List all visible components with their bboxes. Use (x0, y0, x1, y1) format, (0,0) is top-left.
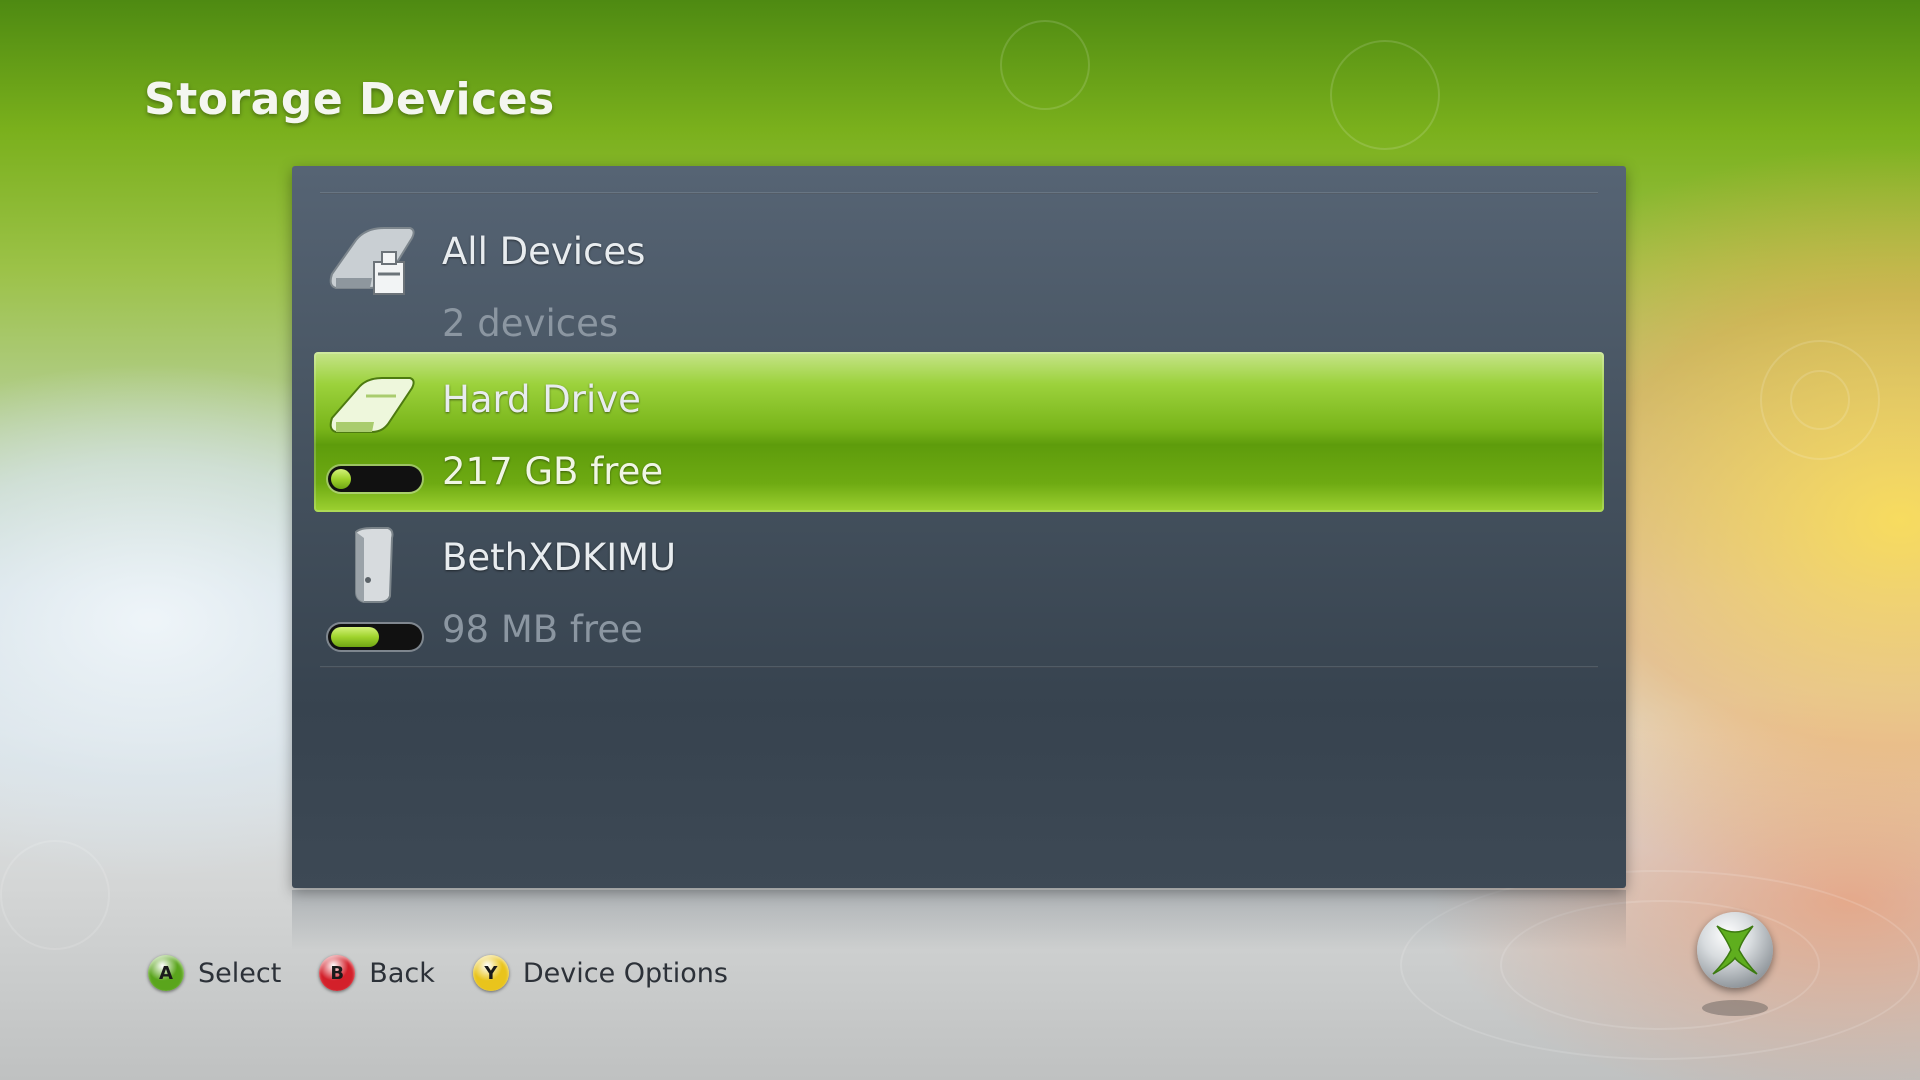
background-ring (1000, 20, 1090, 110)
xbox-guide-button[interactable] (1697, 912, 1773, 988)
y-button-icon: Y (472, 955, 509, 991)
storage-device-list: All Devices 2 devices Hard Drive 217 GB … (292, 166, 1626, 888)
memory-unit-icon (355, 527, 394, 603)
background-ring (1330, 40, 1440, 150)
select-label: Select (198, 957, 282, 989)
divider-bottom (320, 666, 1598, 668)
device-row-all-devices[interactable]: All Devices 2 devices (314, 204, 1604, 364)
free-space-meter (328, 466, 422, 492)
guide-button-shadow (1702, 1000, 1768, 1016)
device-options-label: Device Options (522, 957, 728, 989)
background-ring (0, 840, 110, 950)
all-devices-icon (329, 227, 415, 295)
back-label: Back (369, 957, 435, 989)
b-button-icon: B (319, 955, 356, 991)
device-name: Hard Drive (442, 378, 641, 421)
free-space-meter-fill (331, 469, 351, 489)
page-title: Storage Devices (144, 74, 555, 125)
back-hint[interactable]: B Back (319, 955, 435, 991)
xbox-logo-icon (1712, 925, 1758, 975)
panel-reflection (292, 890, 1626, 950)
device-row-hard-drive[interactable]: Hard Drive 217 GB free (314, 352, 1604, 512)
device-options-hint[interactable]: Y Device Options (472, 955, 728, 991)
button-hints: A Select B Back Y Device Options (148, 955, 766, 991)
device-count: 2 devices (442, 302, 619, 345)
free-space-label: 98 MB free (442, 608, 643, 651)
select-hint[interactable]: A Select (148, 955, 281, 991)
divider-top (320, 192, 1598, 194)
device-name: All Devices (442, 230, 646, 273)
device-name: BethXDKIMU (442, 536, 677, 579)
a-button-icon: A (148, 955, 184, 991)
free-space-meter (328, 624, 422, 650)
background-ring (1790, 370, 1850, 430)
free-space-meter-fill (331, 627, 380, 647)
free-space-label: 217 GB free (442, 450, 664, 493)
hard-drive-icon (329, 377, 415, 433)
device-row-memory-unit[interactable]: BethXDKIMU 98 MB free (314, 510, 1604, 670)
